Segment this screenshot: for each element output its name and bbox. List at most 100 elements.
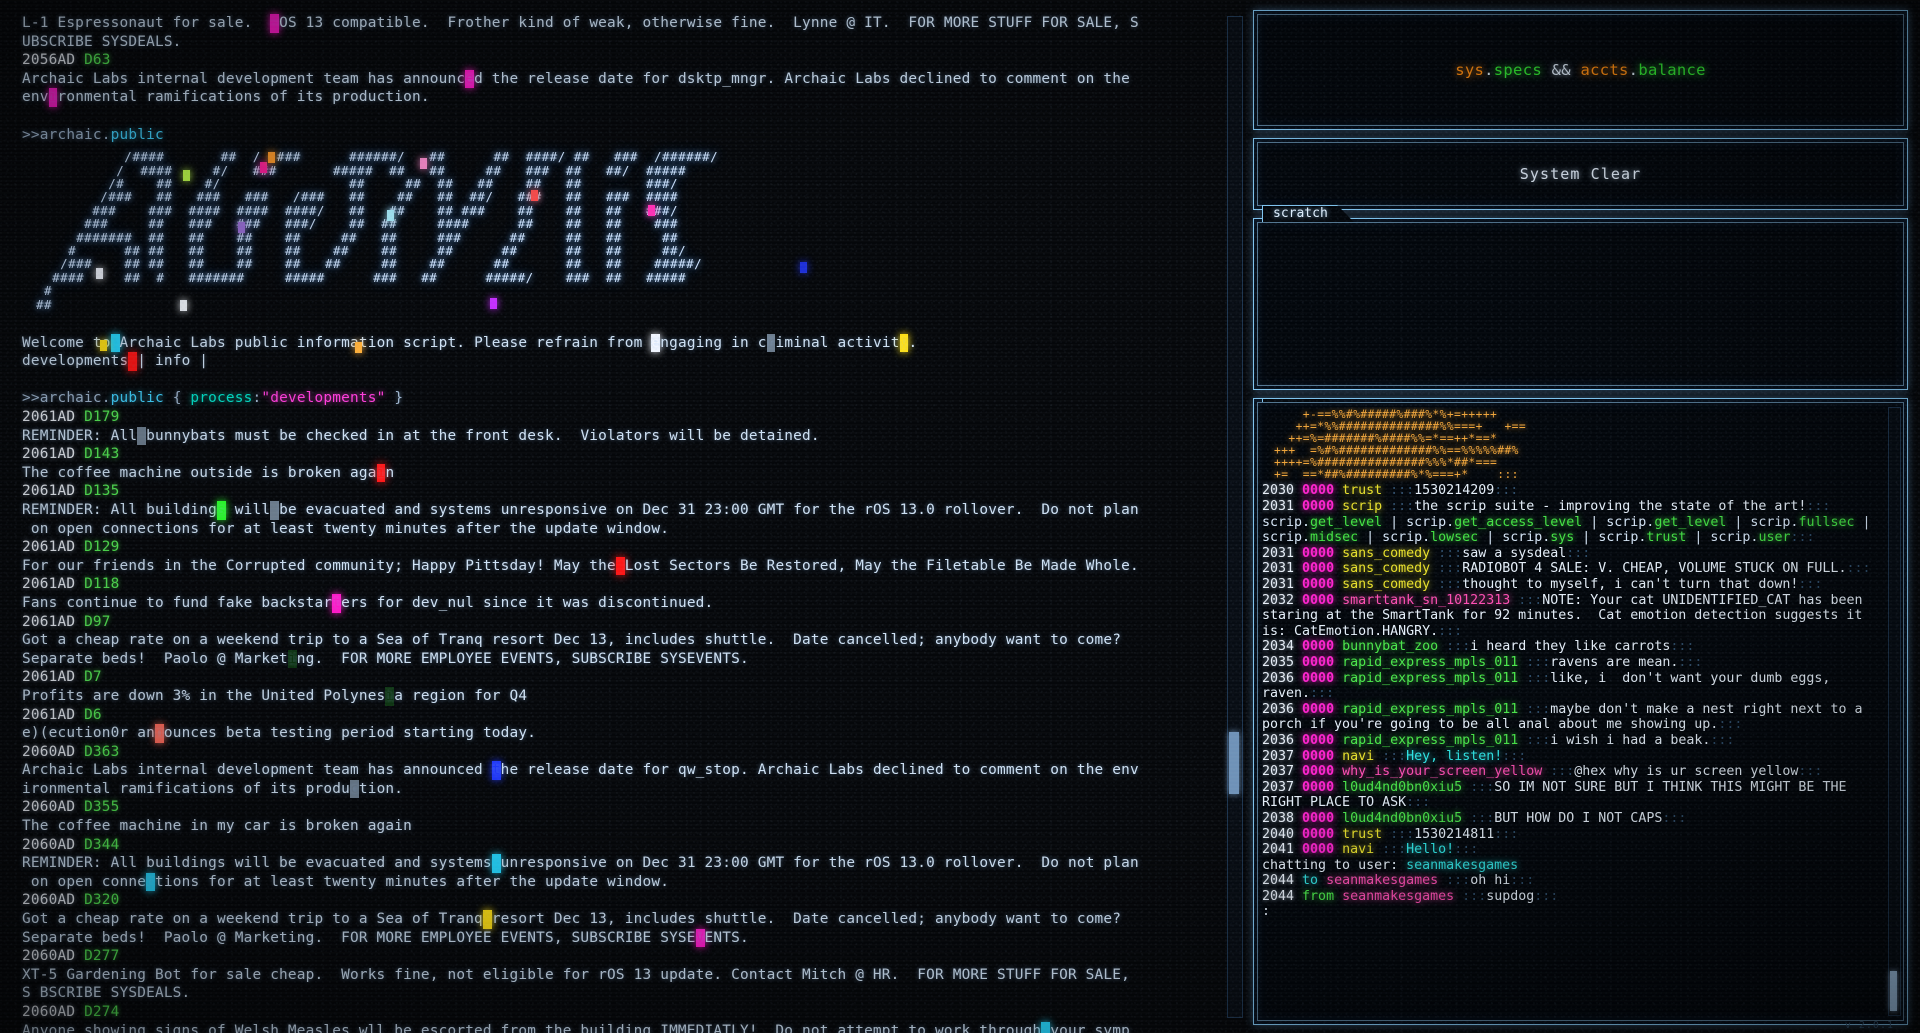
feed-timestamp: 2061AD D97 bbox=[22, 613, 111, 630]
feed-line: S BSCRIBE SYSDEALS. bbox=[22, 985, 191, 1002]
chat-input-caret[interactable]: : bbox=[1262, 904, 1889, 920]
chat-channel-id: 0000 bbox=[1302, 577, 1335, 592]
glitch-cell: t bbox=[332, 593, 342, 613]
chat-channel-id: 0000 bbox=[1302, 764, 1335, 780]
chat-channel-id: 0000 bbox=[1302, 779, 1335, 795]
chat-message: 2040 0000 trust :::1530214811::: bbox=[1262, 826, 1519, 842]
query-token: specs bbox=[1493, 61, 1542, 79]
feed-line: Separate beds! Paolo @ Marketing. FOR MO… bbox=[22, 928, 749, 948]
glitch-cell: i bbox=[376, 463, 386, 483]
chat-message: 2031 0000 sans_comedy :::saw a sysdeal::… bbox=[1262, 545, 1591, 561]
feed-line: Got a cheap rate on a weekend trip to a … bbox=[22, 632, 1122, 649]
glitch-cell: ~ bbox=[270, 14, 280, 33]
feed-record-id: D355 bbox=[84, 799, 120, 816]
scratch-body[interactable] bbox=[1262, 227, 1899, 381]
chat-message-list[interactable]: +-==%%#%#####%###%*%+=+++++ ++=*%%######… bbox=[1262, 407, 1889, 1018]
feed-record-id: D363 bbox=[84, 743, 120, 760]
version-tag: v 2.0.1 bbox=[1844, 1020, 1894, 1031]
chat-scrollbar[interactable] bbox=[1888, 407, 1901, 1016]
chat-username: sans_comedy bbox=[1342, 561, 1431, 577]
chat-timestamp: 2035 bbox=[1262, 654, 1295, 670]
feed-timestamp: 2061AD D143 bbox=[22, 446, 120, 463]
chat-message: 2038 0000 l0ud4nd0bn0xiu5 :::BUT HOW DO … bbox=[1262, 810, 1687, 826]
feed-blank bbox=[22, 371, 1237, 390]
feed-timestamp: 2060AD D277 bbox=[22, 948, 120, 965]
glitch-cell: n bbox=[154, 724, 164, 743]
chat-panel[interactable]: chat +-==%%#%#####%###%*%+=+++++ ++=*%%#… bbox=[1253, 398, 1908, 1025]
glitch-cell: c bbox=[349, 779, 359, 799]
chat-text: 1530214811 bbox=[1414, 826, 1495, 842]
query-token: sys bbox=[1455, 61, 1485, 79]
chat-username: why_is_your_screen_yellow bbox=[1342, 764, 1543, 780]
feed-line: Got a cheap rate on a weekend trip to a … bbox=[22, 910, 1122, 929]
chat-timestamp: 2037 bbox=[1262, 779, 1295, 795]
chat-messages: 2030 0000 trust :::1530214209::: 2031 000… bbox=[1262, 483, 1889, 920]
chat-dm: 2044 to seanmakesgames :::oh hi::: bbox=[1262, 873, 1535, 889]
chat-timestamp: 2036 bbox=[1262, 701, 1295, 717]
chat-tab[interactable]: chat bbox=[1262, 399, 1331, 402]
public-feed-pane[interactable]: L-1 Espressonaut for sale. ~OS 13 compat… bbox=[0, 0, 1245, 1033]
query-panel[interactable]: sys.specs && accts.balance bbox=[1253, 10, 1908, 130]
feed-record-id: D274 bbox=[84, 1004, 120, 1020]
right-panel-stack: sys.specs && accts.balance System Clear … bbox=[1245, 0, 1920, 1033]
chat-text: Hey, listen! bbox=[1406, 748, 1503, 764]
chat-message: 2031 0000 sans_comedy :::RADIOBOT 4 SALE… bbox=[1262, 561, 1871, 577]
chat-scrollbar-thumb[interactable] bbox=[1890, 971, 1897, 1011]
glitch-cell: s bbox=[217, 500, 226, 520]
glitch-cell: e bbox=[651, 333, 661, 353]
chat-timestamp: 2030 bbox=[1262, 483, 1295, 499]
chat-timestamp: 2031 bbox=[1262, 561, 1295, 577]
feed-line: The coffee machine outside is broken aga… bbox=[22, 463, 395, 483]
chat-message: 2031 0000 sans_comedy :::thought to myse… bbox=[1262, 577, 1823, 592]
chat-message: 2034 0000 bunnybat_zoo :::i heard they l… bbox=[1262, 639, 1695, 655]
feed-line: REMINDER: All buildings will be evacuate… bbox=[22, 854, 1139, 873]
feed-line: Fans continue to fund fake backstarters … bbox=[22, 593, 714, 613]
glitch-cell: i bbox=[287, 649, 297, 669]
feed-blank bbox=[22, 107, 1237, 126]
feed-timestamp: 2060AD D274 bbox=[22, 1004, 120, 1020]
feed-line-list: L-1 Espressonaut for sale. ~OS 13 compat… bbox=[22, 14, 1237, 1033]
feed-scrollbar[interactable] bbox=[1227, 16, 1243, 1018]
feed-record-id: D97 bbox=[84, 613, 111, 630]
glitch-cell bbox=[137, 426, 147, 446]
chat-username: l0ud4nd0bn0xiu5 bbox=[1342, 779, 1463, 795]
feed-record-id: D6 bbox=[84, 706, 102, 723]
chat-message: 2031 0000 scrip :::the scrip suite - imp… bbox=[1262, 499, 1831, 515]
chat-message: 2030 0000 trust :::1530214209::: bbox=[1262, 483, 1519, 499]
query-token: . bbox=[1484, 61, 1494, 79]
chat-username: trust bbox=[1342, 826, 1383, 842]
glitch-cell bbox=[615, 556, 625, 576]
chat-message: 2036 0000 rapid_express_mpls_011 :::like… bbox=[1262, 670, 1839, 702]
chat-username: rapid_express_mpls_011 bbox=[1342, 654, 1519, 670]
chat-channel-id: 0000 bbox=[1302, 639, 1335, 655]
chat-ascii-banner: +-==%%#%#####%###%*%+=+++++ ++=*%%######… bbox=[1274, 408, 1527, 481]
feed-scrollbar-thumb[interactable] bbox=[1229, 732, 1239, 794]
feed-line: environmental ramifications of its produ… bbox=[22, 88, 430, 107]
chat-username: navi bbox=[1342, 748, 1375, 764]
glitch-cell: V bbox=[695, 928, 705, 948]
query-token: accts bbox=[1580, 61, 1629, 79]
chat-timestamp: 2031 bbox=[1262, 499, 1295, 515]
chat-message: 2035 0000 rapid_express_mpls_011 :::rave… bbox=[1262, 654, 1703, 670]
chat-channel-id: 0000 bbox=[1302, 701, 1335, 717]
chat-scrip-menu: scrip.get_level | scrip.get_access_level… bbox=[1262, 514, 1879, 546]
feed-command: >>archaic.public bbox=[22, 126, 164, 143]
feed-line: e)(ecution0r announces beta testing peri… bbox=[22, 724, 537, 743]
glitch-cell bbox=[482, 910, 492, 929]
glitch-cell: r bbox=[766, 333, 776, 353]
chat-username: l0ud4nd0bn0xiu5 bbox=[1342, 810, 1463, 826]
glitch-cell: c bbox=[146, 872, 155, 892]
scratch-panel[interactable]: scratch bbox=[1253, 205, 1908, 390]
chat-channel-id: 0000 bbox=[1302, 826, 1335, 842]
feed-line: Archaic Labs internal development team h… bbox=[22, 69, 1131, 89]
chat-username: trust bbox=[1342, 483, 1383, 499]
chat-dm: 2044 from seanmakesgames :::supdog::: bbox=[1262, 888, 1559, 904]
glitch-cell bbox=[110, 333, 120, 353]
chat-channel-id: 0000 bbox=[1302, 842, 1335, 858]
feed-timestamp: 2060AD D344 bbox=[22, 836, 120, 853]
chat-username: rapid_express_mpls_011 bbox=[1342, 701, 1519, 717]
chat-username: smarttank_sn_10122313 bbox=[1342, 592, 1511, 608]
glitch-cell bbox=[491, 854, 501, 873]
feed-timestamp: 2056AD D63 bbox=[22, 52, 111, 69]
chat-timestamp: 2036 bbox=[1262, 670, 1295, 686]
